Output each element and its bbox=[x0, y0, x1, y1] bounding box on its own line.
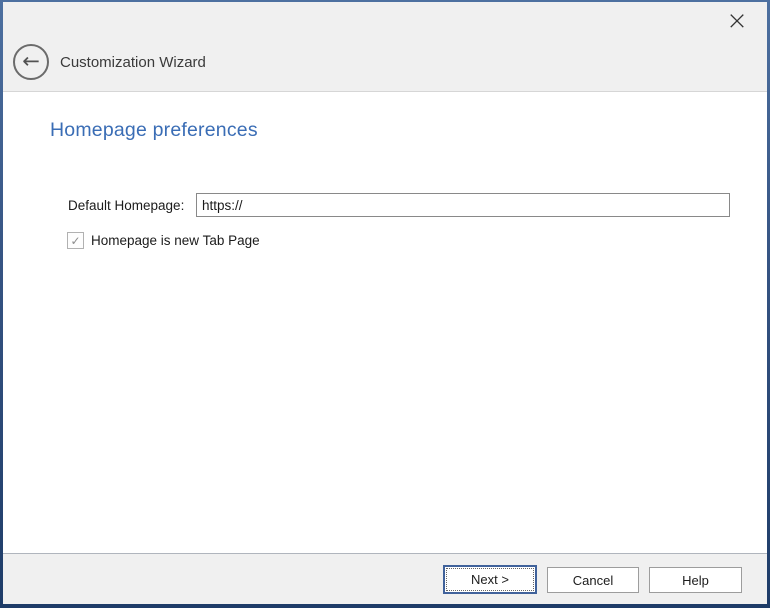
help-button[interactable]: Help bbox=[649, 567, 742, 593]
next-button[interactable]: Next > bbox=[443, 565, 537, 594]
dialog-header: × ← Customization Wizard bbox=[3, 2, 767, 92]
new-tab-checkbox-row: ✓ Homepage is new Tab Page bbox=[67, 232, 260, 249]
page-title: Homepage preferences bbox=[50, 119, 258, 142]
close-icon: × bbox=[726, 6, 748, 36]
dialog-footer: Next > Cancel Help bbox=[3, 553, 767, 604]
homepage-url-input[interactable] bbox=[196, 193, 730, 217]
back-button[interactable]: ← bbox=[13, 44, 49, 80]
cancel-button[interactable]: Cancel bbox=[547, 567, 639, 593]
new-tab-checkbox[interactable]: ✓ bbox=[67, 232, 84, 249]
close-button[interactable]: × bbox=[721, 5, 753, 37]
checkmark-icon: ✓ bbox=[70, 234, 80, 248]
wizard-title: Customization Wizard bbox=[60, 54, 206, 71]
new-tab-checkbox-label: Homepage is new Tab Page bbox=[91, 233, 260, 248]
customization-wizard-dialog: × ← Customization Wizard Homepage prefer… bbox=[3, 2, 767, 604]
back-title-row: ← Customization Wizard bbox=[13, 44, 206, 80]
back-arrow-icon: ← bbox=[22, 51, 40, 72]
window-border-frame: × ← Customization Wizard Homepage prefer… bbox=[0, 0, 770, 608]
homepage-field-label: Default Homepage: bbox=[68, 194, 184, 218]
